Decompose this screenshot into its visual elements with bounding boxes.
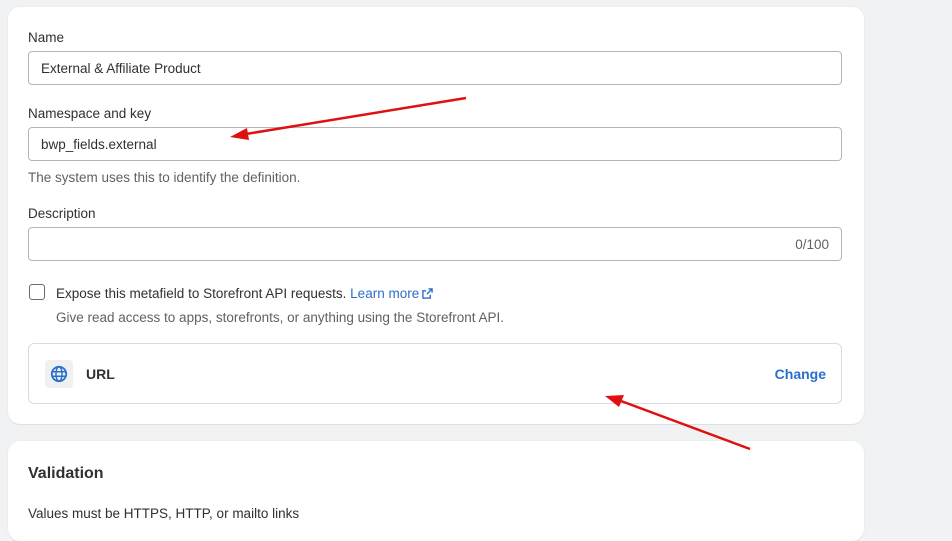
storefront-access-checkbox[interactable] [29, 284, 45, 300]
name-input[interactable]: External & Affiliate Product [28, 51, 842, 85]
storefront-access-label-text: Expose this metafield to Storefront API … [56, 286, 347, 301]
external-link-icon [422, 288, 433, 299]
learn-more-link-text: Learn more [350, 286, 420, 301]
type-name: URL [86, 366, 115, 382]
type-selector: URL Change [28, 343, 842, 404]
storefront-access-help: Give read access to apps, storefronts, o… [56, 310, 504, 325]
name-input-value: External & Affiliate Product [41, 60, 201, 76]
globe-icon [50, 365, 68, 383]
namespace-help-text: The system uses this to identify the def… [28, 170, 301, 185]
description-character-counter: 0/100 [795, 236, 829, 252]
description-input[interactable]: 0/100 [28, 227, 842, 261]
namespace-key-value: bwp_fields.external [41, 136, 157, 152]
type-icon-container [45, 360, 73, 388]
namespace-label: Namespace and key [28, 106, 152, 121]
storefront-access-label: Expose this metafield to Storefront API … [56, 286, 433, 301]
validation-description: Values must be HTTPS, HTTP, or mailto li… [28, 506, 300, 521]
learn-more-link[interactable]: Learn more [350, 286, 433, 301]
description-label: Description [28, 206, 96, 221]
definition-card: Name External & Affiliate Product Namesp… [8, 7, 864, 424]
validation-title: Validation [28, 465, 104, 482]
change-type-button[interactable]: Change [775, 366, 826, 382]
name-label: Name [28, 30, 65, 45]
namespace-key-input[interactable]: bwp_fields.external [28, 127, 842, 161]
validation-card: Validation Values must be HTTPS, HTTP, o… [8, 441, 864, 541]
